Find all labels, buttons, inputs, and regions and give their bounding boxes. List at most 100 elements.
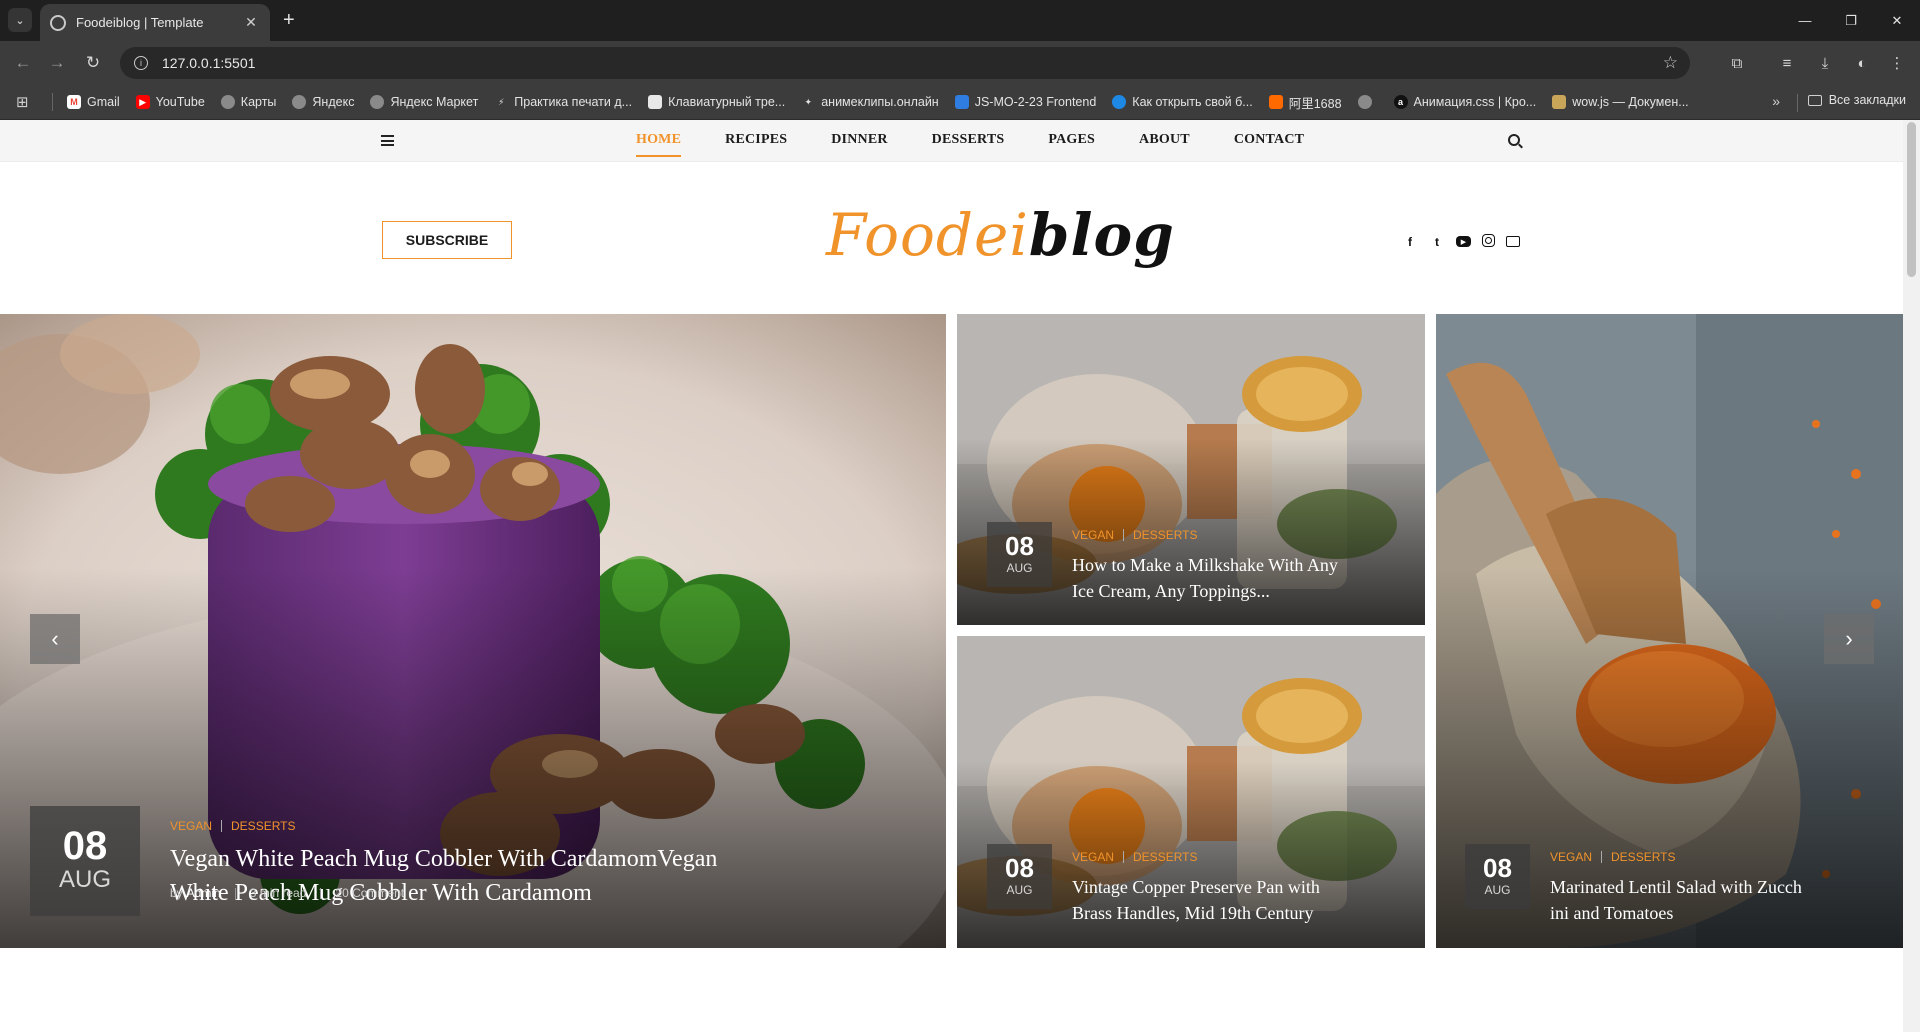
media-controls-icon[interactable]: ≡ (1776, 52, 1798, 74)
bookmark-item[interactable]: M Gmail (67, 95, 120, 109)
post-month: AUG (1006, 561, 1033, 575)
post-date-box: 08 AUG (1465, 844, 1530, 909)
bookmark-item[interactable]: Карты (220, 95, 277, 109)
instagram-icon[interactable] (1482, 234, 1495, 247)
bookmark-item[interactable]: ✦ анимеклипы.онлайн (801, 95, 938, 109)
menu-item-about[interactable]: ABOUT (1139, 132, 1190, 157)
twitter-icon[interactable]: t (1429, 234, 1445, 250)
post-card[interactable]: 08 AUG VEGAN DESSERTS Marinated Lentil Sa… (1436, 314, 1903, 948)
kebab-menu-icon[interactable]: ⋮ (1886, 52, 1908, 74)
browser-tab[interactable]: Foodeiblog | Template ✕ (40, 4, 270, 41)
folder-icon (1807, 94, 1822, 106)
bookmark-item[interactable]: ⚡ Практика печати д... (494, 95, 632, 109)
bookmark-item[interactable]: JS-MO-2-23 Frontend (954, 95, 1096, 109)
bookmark-item[interactable]: ▶ YouTube (135, 95, 205, 109)
new-tab-button[interactable]: + (283, 9, 295, 31)
facebook-icon[interactable]: f (1402, 234, 1418, 250)
bookmark-item[interactable]: Клавиатурный тре... (648, 95, 785, 109)
post-comments[interactable]: 20 Comment (335, 886, 404, 900)
slider-prev-button[interactable]: ‹ (30, 614, 80, 664)
menu-item-contact[interactable]: CONTACT (1234, 132, 1304, 157)
bookmark-item[interactable] (1357, 95, 1378, 109)
tag-link[interactable]: DESSERTS (1133, 850, 1197, 864)
meta-by: by (170, 886, 183, 900)
bookmark-item[interactable]: a Анимация.css | Кро... (1393, 95, 1536, 109)
slider-next-button[interactable]: › (1824, 614, 1874, 664)
tag-link[interactable]: DESSERTS (231, 819, 295, 833)
bookmarks-divider (52, 93, 53, 111)
scrollbar-thumb[interactable] (1907, 122, 1916, 277)
menu-item-recipes[interactable]: RECIPES (725, 132, 787, 157)
star-icon[interactable]: ☆ (1663, 53, 1678, 73)
hero-slider: 08 AUG VEGAN DESSERTS Vegan White Peach M… (0, 314, 1903, 948)
post-card[interactable]: 08 AUG VEGAN DESSERTS Vintage Copper Pres… (957, 636, 1425, 948)
subscribe-button[interactable]: SUBSCRIBE (382, 221, 512, 259)
minimize-button[interactable]: — (1782, 0, 1828, 41)
more-bookmarks-icon[interactable]: » (1772, 93, 1780, 109)
menu-item-pages[interactable]: PAGES (1048, 132, 1095, 157)
bookmark-item[interactable]: Яндекс Маркет (370, 95, 478, 109)
tag-link[interactable]: DESSERTS (1133, 528, 1197, 542)
bookmark-item[interactable]: Как открыть свой б... (1112, 95, 1253, 109)
tag-divider (1123, 851, 1125, 863)
bookmark-label: Практика печати д... (514, 95, 633, 109)
bookmarks-bar: ⊞ M Gmail ▶ YouTube Карты Яндекс Яндекс Ма… (0, 85, 1920, 120)
extensions-icon[interactable]: ⧉ (1726, 52, 1748, 74)
search-icon[interactable] (1508, 134, 1520, 146)
post-card[interactable]: 08 AUG VEGAN DESSERTS How to Make a Milks… (957, 314, 1425, 625)
post-title[interactable]: Vintage Copper Preserve Pan with Brass H… (1072, 874, 1412, 926)
address-bar[interactable]: i 127.0.0.1:5501 ☆ (120, 47, 1690, 79)
back-arrow-icon[interactable]: ← (10, 50, 36, 76)
site-logo[interactable]: Foodeiblog (826, 200, 1175, 270)
tag-link[interactable]: VEGAN (170, 819, 212, 833)
post-day: 08 (1483, 853, 1512, 883)
profile-avatar-icon[interactable]: ◐ (1851, 52, 1873, 74)
post-author[interactable]: Admin (187, 886, 221, 900)
page-icon (648, 95, 663, 109)
mail-icon[interactable] (1506, 236, 1520, 247)
bookmark-item[interactable]: 阿里1688 (1268, 93, 1342, 112)
post-title[interactable]: Marinated Lentil Salad with Zucch ini an… (1550, 874, 1850, 926)
download-icon[interactable]: ⤓ (1814, 52, 1836, 74)
page-scrollbar[interactable] (1903, 120, 1920, 1032)
forward-arrow-icon[interactable]: → (44, 50, 70, 76)
globe-icon (1357, 95, 1372, 109)
main-menu: HOME RECIPES DINNER DESSERTS PAGES ABOUT… (636, 132, 1348, 157)
tag-link[interactable]: VEGAN (1072, 528, 1114, 542)
post-month: AUG (58, 866, 111, 893)
bookmark-label: Карты (240, 95, 277, 109)
menu-item-desserts[interactable]: DESSERTS (932, 132, 1005, 157)
post-title-line: How to Make a Milkshake With Any (1072, 555, 1338, 575)
gmail-icon: M (67, 95, 81, 109)
post-date-box: 08 AUG (987, 844, 1052, 909)
menu-item-home[interactable]: HOME (636, 132, 682, 157)
hamburger-menu-icon[interactable] (381, 135, 394, 146)
close-window-button[interactable]: ✕ (1874, 0, 1920, 41)
reload-icon[interactable]: ↻ (80, 50, 106, 76)
window-controls: — ❐ ✕ (1782, 0, 1920, 41)
bookmark-label: Яндекс (312, 95, 355, 109)
close-icon[interactable]: ✕ (242, 14, 260, 31)
bookmark-item[interactable]: Яндекс (292, 95, 354, 109)
page-viewport: HOME RECIPES DINNER DESSERTS PAGES ABOUT… (0, 120, 1920, 1032)
post-title-line: Ice Cream, Any Toppings... (1072, 581, 1270, 601)
all-bookmarks-button[interactable]: Все закладки (1807, 93, 1906, 107)
blue-circle-icon (1112, 95, 1127, 109)
logo-part-2: blog (1028, 201, 1175, 269)
tag-link[interactable]: VEGAN (1072, 850, 1114, 864)
tag-link[interactable]: DESSERTS (1611, 850, 1675, 864)
apps-grid-icon[interactable]: ⊞ (16, 93, 38, 111)
restore-button[interactable]: ❐ (1828, 0, 1874, 41)
featured-post-card[interactable]: 08 AUG VEGAN DESSERTS Vegan White Peach M… (0, 314, 946, 948)
tab-search-button[interactable]: ⌄ (8, 8, 32, 32)
tag-link[interactable]: VEGAN (1550, 850, 1592, 864)
youtube-icon[interactable]: ▶ (1456, 236, 1471, 247)
post-tags: VEGAN DESSERTS (1072, 528, 1197, 542)
bookmarks-divider (1797, 94, 1798, 112)
youtube-icon: ▶ (135, 95, 150, 109)
menu-item-dinner[interactable]: DINNER (831, 132, 887, 157)
post-title[interactable]: How to Make a Milkshake With Any Ice Cre… (1072, 552, 1412, 604)
site-info-icon[interactable]: i (134, 56, 148, 70)
globe-icon (220, 95, 235, 109)
bookmark-item[interactable]: wow.js — Докумен... (1552, 95, 1689, 109)
